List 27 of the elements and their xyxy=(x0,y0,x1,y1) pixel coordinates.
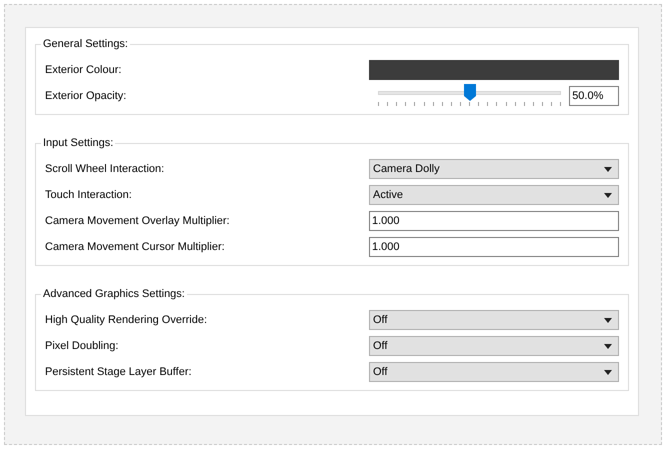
dropdown[interactable]: Off xyxy=(369,336,619,356)
dropdown[interactable]: Off xyxy=(369,310,619,330)
setting-label: Pixel Doubling: xyxy=(45,338,118,354)
opacity-field[interactable]: 50.0% xyxy=(569,86,619,106)
setting-label: Camera Movement Cursor Multiplier: xyxy=(45,240,225,255)
colour-swatch[interactable] xyxy=(369,60,619,80)
setting-label: Scroll Wheel Interaction: xyxy=(45,162,164,177)
dropdown[interactable]: Active xyxy=(369,185,619,205)
dropdown-arrow-icon xyxy=(604,166,612,172)
setting-label: Exterior Colour: xyxy=(45,62,122,78)
dropdown-arrow-icon xyxy=(604,344,612,348)
dropdown[interactable]: Camera Dolly xyxy=(369,159,619,179)
setting-label: High Quality Rendering Override: xyxy=(45,312,208,328)
dropdown-arrow-icon xyxy=(604,318,612,322)
dropdown-arrow-icon xyxy=(604,192,612,198)
input-field[interactable]: 1.000 xyxy=(369,237,619,257)
setting-label: Touch Interaction: xyxy=(45,188,132,203)
dropdown-arrow-icon xyxy=(604,370,612,374)
group-title: Input Settings: xyxy=(41,137,116,149)
setting-label: Persistent Stage Layer Buffer: xyxy=(45,364,192,380)
setting-label: Exterior Opacity: xyxy=(45,88,126,104)
input-field[interactable]: 1.000 xyxy=(369,211,619,231)
group-title: General Settings: xyxy=(41,38,130,50)
dropdown[interactable]: Off xyxy=(369,362,619,382)
setting-label: Camera Movement Overlay Multiplier: xyxy=(45,214,230,229)
group-title: Advanced Graphics Settings: xyxy=(41,288,187,300)
slider-thumb[interactable] xyxy=(464,84,476,101)
